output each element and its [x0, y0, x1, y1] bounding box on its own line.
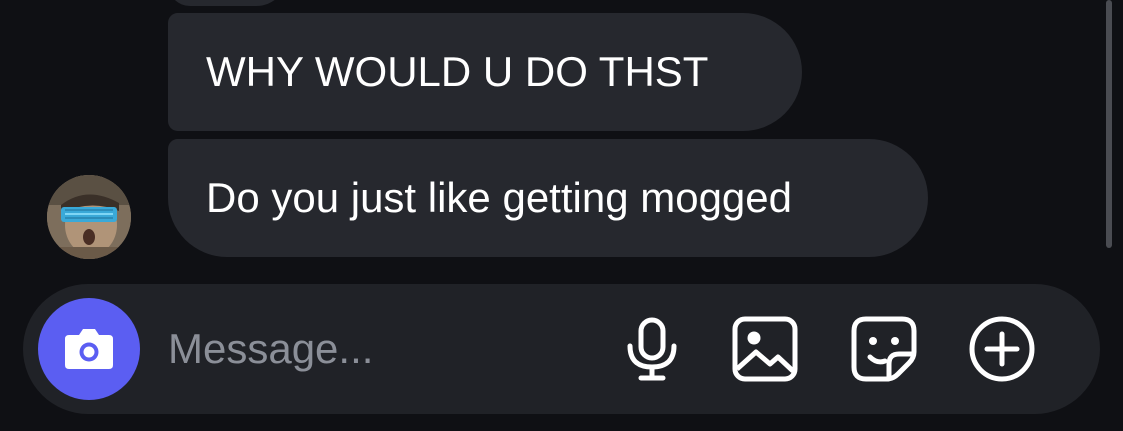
message-bubble[interactable]: Do you just like getting mogged [168, 139, 928, 257]
message-composer [23, 284, 1100, 414]
avatar-photo [47, 175, 131, 259]
plus-circle-icon [969, 316, 1035, 382]
previous-message-bubble[interactable] [168, 0, 288, 6]
microphone-icon [627, 317, 677, 381]
avatar[interactable] [47, 175, 131, 259]
scrollbar[interactable] [1106, 0, 1112, 248]
message-input[interactable] [168, 314, 588, 384]
message-text: WHY WOULD U DO THST [206, 48, 709, 95]
sticker-icon [851, 316, 917, 382]
message-bubble[interactable]: WHY WOULD U DO THST [168, 13, 802, 131]
camera-button[interactable] [38, 298, 140, 400]
message-thread: WHY WOULD U DO THST Do you just like get… [0, 0, 1123, 280]
more-button[interactable] [967, 314, 1037, 384]
message-text: Do you just like getting mogged [206, 174, 793, 221]
sticker-button[interactable] [849, 314, 919, 384]
gallery-button[interactable] [730, 314, 800, 384]
camera-icon [65, 329, 113, 369]
image-icon [732, 316, 798, 382]
microphone-button[interactable] [617, 314, 687, 384]
